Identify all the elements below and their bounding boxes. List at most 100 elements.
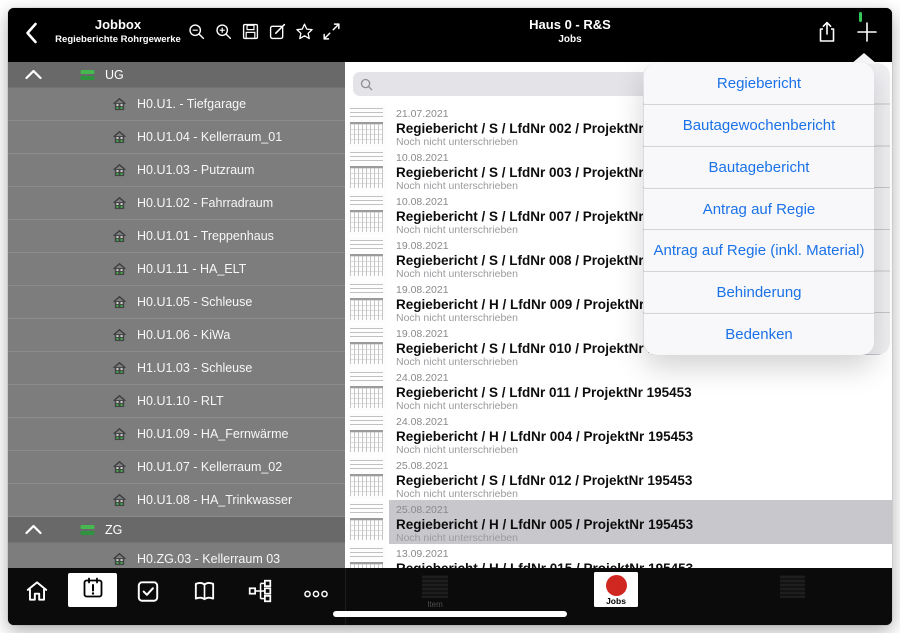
jobs-panel-subtitle: Jobs [468, 34, 672, 45]
job-row[interactable]: 13.09.2021 Regiebericht / H / LfdNr 015 … [345, 544, 892, 568]
tree-item-room[interactable]: H0.ZG.03 - Kellerraum 03 [8, 543, 345, 568]
create-report-menu: Regiebericht Bautagewochenbericht Bautag… [644, 63, 874, 355]
home-indicator[interactable] [333, 611, 567, 617]
jobbox-tab-active[interactable] [68, 573, 117, 607]
menu-item[interactable]: Bautagebericht [644, 146, 874, 188]
menu-item[interactable]: Behinderung [644, 271, 874, 313]
building-icon [112, 394, 127, 413]
expand-button[interactable] [321, 24, 341, 44]
document-thumbnail [347, 413, 387, 455]
tree-item-room[interactable]: H0.U1.11 - HA_ELT [8, 253, 345, 286]
tasks-button[interactable] [134, 579, 162, 607]
star-button[interactable] [294, 24, 314, 44]
building-icon [112, 361, 127, 380]
tree-item-label: H0.U1.03 - Putzraum [137, 163, 254, 177]
tree-item-room[interactable]: H0.U1.06 - KiWa [8, 319, 345, 352]
search-icon [360, 78, 373, 91]
building-icon [112, 163, 127, 182]
bottom-bar: Item Jobs [8, 568, 892, 625]
building-icon [112, 552, 127, 568]
job-date: 25.08.2021 [396, 504, 886, 517]
tree-item-room[interactable]: H0.U1.02 - Fahrradraum [8, 187, 345, 220]
org-chart-icon [247, 578, 273, 609]
document-thumbnail [347, 193, 387, 235]
document-thumbnail [347, 281, 387, 323]
chevron-up-icon[interactable] [25, 67, 42, 85]
menu-item[interactable]: Bedenken [644, 313, 874, 355]
job-row[interactable]: 24.08.2021 Regiebericht / S / LfdNr 011 … [345, 368, 892, 412]
save-button[interactable] [240, 24, 260, 44]
home-button[interactable] [23, 579, 51, 607]
document-thumbnail [347, 501, 387, 543]
jobs-tab-active[interactable]: Jobs [594, 572, 638, 607]
tree-item-room[interactable]: H0.U1.05 - Schleuse [8, 286, 345, 319]
job-title: Regiebericht / S / LfdNr 011 / ProjektNr… [396, 385, 886, 400]
tree-section-header[interactable]: UG [8, 62, 345, 88]
building-icon [112, 262, 127, 281]
left-panel-title: Jobbox [48, 17, 188, 32]
menu-item[interactable]: Bautagewochenbericht [644, 104, 874, 146]
header-bar: Jobbox Regieberichte Rohrgewerke [8, 8, 892, 62]
book-icon [191, 578, 218, 609]
tree-item-room[interactable]: H0.U1.08 - HA_Trinkwasser [8, 484, 345, 517]
back-button[interactable] [18, 22, 44, 48]
left-header-titles: Jobbox Regieberichte Rohrgewerke [48, 17, 188, 45]
job-title: Regiebericht / H / LfdNr 015 / ProjektNr… [396, 561, 886, 568]
tree-item-room[interactable]: H0.U1.04 - Kellerraum_01 [8, 121, 345, 154]
level-stack-icon [80, 68, 95, 86]
menu-item[interactable]: Antrag auf Regie [644, 188, 874, 230]
add-button[interactable] [854, 21, 880, 47]
chevron-up-icon[interactable] [25, 522, 42, 540]
job-title: Regiebericht / S / LfdNr 012 / ProjektNr… [396, 473, 886, 488]
tree-section-label: UG [105, 68, 124, 82]
dimmed-tab-icon[interactable] [780, 575, 805, 598]
tree-item-room[interactable]: H0.U1. - Tiefgarage [8, 88, 345, 121]
share-icon [816, 20, 838, 49]
document-thumbnail [347, 457, 387, 499]
compose-button[interactable] [267, 24, 287, 44]
tree-item-label: H0.U1.08 - HA_Trinkwasser [137, 493, 292, 507]
job-row-text: 25.08.2021 Regiebericht / S / LfdNr 012 … [389, 456, 892, 500]
structure-button[interactable] [246, 579, 274, 607]
zoom-out-button[interactable] [186, 24, 206, 44]
tree-item-label: H0.U1.11 - HA_ELT [137, 262, 246, 276]
building-icon [112, 328, 127, 347]
tree-section-label: ZG [105, 523, 122, 537]
menu-item[interactable]: Regiebericht [644, 63, 874, 104]
document-thumbnail [347, 149, 387, 191]
tree-item-room[interactable]: H0.U1.09 - HA_Fernwärme [8, 418, 345, 451]
tree-item-label: H0.U1.06 - KiWa [137, 328, 230, 342]
logbook-button[interactable] [190, 579, 218, 607]
building-icon [112, 427, 127, 446]
left-header-toolbar [186, 24, 341, 44]
building-icon [112, 493, 127, 512]
tree-item-label: H0.U1.05 - Schleuse [137, 295, 252, 309]
job-row-text: 25.08.2021 Regiebericht / H / LfdNr 005 … [389, 500, 892, 544]
item-tab-icon[interactable] [422, 575, 448, 598]
tree-section-header[interactable]: ZG [8, 517, 345, 543]
job-row-text: 13.09.2021 Regiebericht / H / LfdNr 015 … [389, 544, 892, 568]
tree-item-room[interactable]: H0.U1.01 - Treppenhaus [8, 220, 345, 253]
menu-item[interactable]: Antrag auf Regie (inkl. Material) [644, 229, 874, 271]
tree-item-room[interactable]: H0.U1.10 - RLT [8, 385, 345, 418]
tree-item-room[interactable]: H1.U1.03 - Schleuse [8, 352, 345, 385]
document-thumbnail [347, 237, 387, 279]
zoom-in-button[interactable] [213, 24, 233, 44]
tree-item-label: H0.U1.09 - HA_Fernwärme [137, 427, 288, 441]
tree-item-room[interactable]: H0.U1.03 - Putzraum [8, 154, 345, 187]
job-row[interactable]: 25.08.2021 Regiebericht / H / LfdNr 005 … [345, 500, 892, 544]
item-tab-label[interactable]: Item [415, 600, 455, 609]
share-button[interactable] [814, 21, 840, 47]
job-row-text: 24.08.2021 Regiebericht / H / LfdNr 004 … [389, 412, 892, 456]
zoom-out-icon [187, 22, 206, 46]
job-row[interactable]: 25.08.2021 Regiebericht / S / LfdNr 012 … [345, 456, 892, 500]
job-date: 24.08.2021 [396, 372, 886, 385]
job-row[interactable]: 24.08.2021 Regiebericht / H / LfdNr 004 … [345, 412, 892, 456]
job-date: 13.09.2021 [396, 548, 886, 561]
plus-icon [855, 20, 879, 49]
more-button[interactable] [302, 582, 330, 610]
tree-item-room[interactable]: H0.U1.07 - Kellerraum_02 [8, 451, 345, 484]
level-stack-icon [80, 523, 95, 541]
document-thumbnail [347, 545, 387, 568]
document-thumbnail [347, 369, 387, 411]
